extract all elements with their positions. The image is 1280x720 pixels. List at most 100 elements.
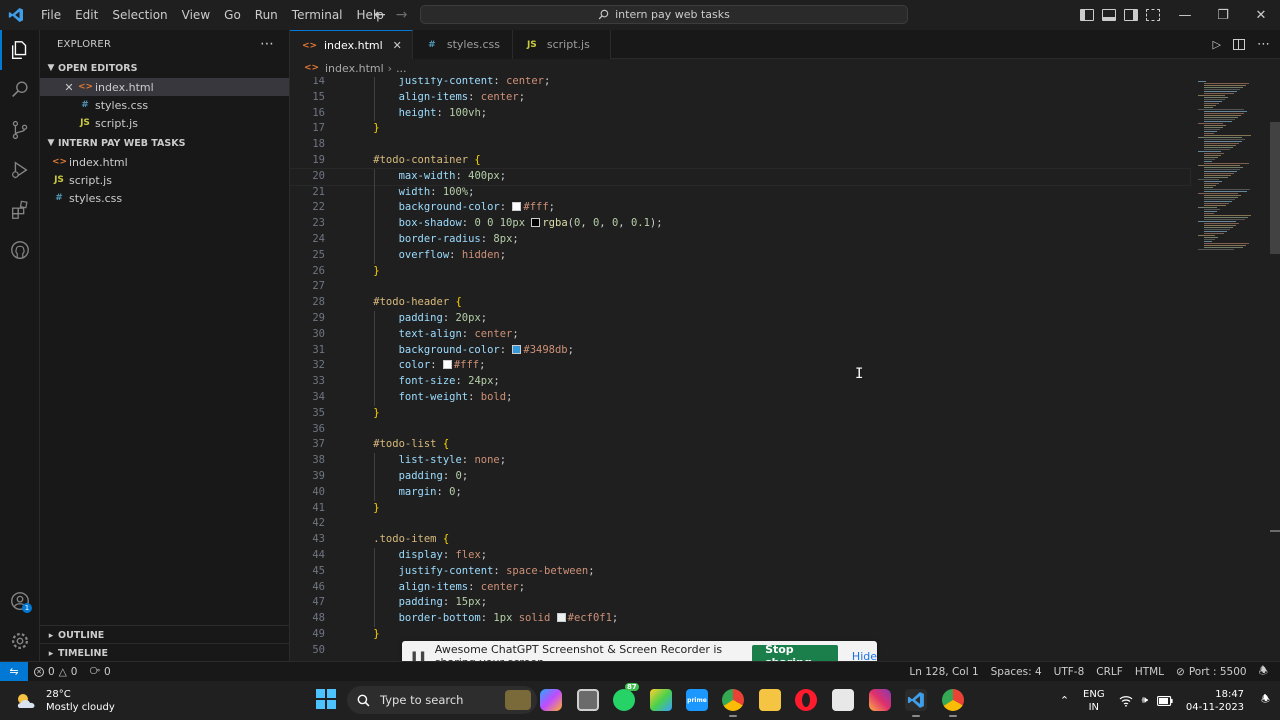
close-window-icon[interactable]: ✕: [1242, 0, 1280, 30]
minimize-icon[interactable]: —: [1166, 0, 1204, 30]
code-line[interactable]: 37 #todo-list {: [290, 437, 1190, 453]
code-line[interactable]: 26 }: [290, 264, 1190, 280]
task-view-icon[interactable]: [577, 689, 599, 711]
code-line[interactable]: 20 max-width: 400px;: [290, 167, 1191, 186]
code-line[interactable]: 16 height: 100vh;: [290, 105, 1190, 122]
more-actions-icon[interactable]: ⋯: [1257, 37, 1270, 52]
workspace-folder-header[interactable]: ▼ INTERN PAY WEB TASKS: [40, 133, 289, 153]
more-actions-icon[interactable]: ⋯: [260, 36, 275, 52]
file-explorer-icon[interactable]: [759, 689, 781, 711]
search-icon[interactable]: [0, 70, 40, 110]
color-swatch[interactable]: [556, 613, 566, 623]
file-tree-item[interactable]: <> index.html: [40, 153, 289, 171]
indentation[interactable]: Spaces: 4: [985, 666, 1048, 678]
snipping-tool-icon[interactable]: [832, 689, 854, 711]
customize-layout-icon[interactable]: [1146, 9, 1160, 21]
chrome-profile-icon[interactable]: [942, 689, 964, 717]
vscode-taskbar-icon[interactable]: [905, 689, 927, 717]
code-line[interactable]: 23 box-shadow: 0 0 10px rgba(0, 0, 0, 0.…: [290, 216, 1190, 232]
color-swatch[interactable]: [531, 218, 541, 228]
close-editor-icon[interactable]: ✕: [62, 81, 76, 94]
code-line[interactable]: 18: [290, 137, 1190, 153]
minimap[interactable]: [1190, 77, 1280, 661]
timeline-header[interactable]: ▸ TIMELINE: [40, 643, 290, 663]
clock[interactable]: 18:47 04-11-2023: [1180, 688, 1254, 714]
code-line[interactable]: 33 font-size: 24px;: [290, 374, 1190, 390]
open-editors-header[interactable]: ▼ OPEN EDITORS: [40, 58, 289, 78]
notification-bell-icon[interactable]: 🕭: [1254, 692, 1280, 709]
code-line[interactable]: 39 padding: 0;: [290, 468, 1190, 485]
toggle-panel-icon[interactable]: [1102, 9, 1116, 21]
code-line[interactable]: 34 font-weight: bold;: [290, 389, 1190, 406]
bluestacks-icon[interactable]: [650, 689, 672, 711]
menu-run[interactable]: Run: [248, 0, 285, 30]
run-debug-icon[interactable]: [0, 150, 40, 190]
color-swatch[interactable]: [512, 344, 522, 354]
problems-status[interactable]: ✕ 0 △ 0: [28, 666, 83, 678]
menu-edit[interactable]: Edit: [68, 0, 105, 30]
menu-file[interactable]: File: [34, 0, 68, 30]
battery-icon[interactable]: [1150, 695, 1180, 706]
tab-index-html[interactable]: <> index.html ✕: [290, 30, 413, 60]
code-line[interactable]: 32 color: #fff;: [290, 358, 1190, 375]
color-swatch[interactable]: [442, 360, 452, 370]
open-editor-item[interactable]: JS script.js: [40, 114, 289, 132]
code-line[interactable]: 41 }: [290, 501, 1190, 517]
color-swatch[interactable]: [512, 202, 522, 212]
forward-arrow-icon[interactable]: →: [396, 7, 408, 23]
tab-script-js[interactable]: JS script.js: [512, 30, 611, 59]
maximize-icon[interactable]: ❐: [1204, 0, 1242, 30]
run-file-icon[interactable]: ▷: [1213, 38, 1221, 51]
input-language[interactable]: ENG IN: [1076, 688, 1112, 714]
code-line[interactable]: 17 }: [290, 121, 1190, 137]
taskbar-search[interactable]: Type to search: [347, 686, 537, 714]
code-line[interactable]: 28 #todo-header {: [290, 295, 1190, 311]
code-line[interactable]: 25 overflow: hidden;: [290, 247, 1190, 264]
code-line[interactable]: 40 margin: 0;: [290, 484, 1190, 501]
settings-gear-icon[interactable]: [0, 621, 40, 661]
code-line[interactable]: 46 align-items: center;: [290, 579, 1190, 596]
notifications-bell-icon[interactable]: 🕭: [1253, 663, 1274, 681]
code-line[interactable]: 27: [290, 279, 1190, 295]
chrome-icon[interactable]: [722, 689, 744, 717]
code-line[interactable]: 38 list-style: none;: [290, 453, 1190, 469]
split-editor-icon[interactable]: [1233, 39, 1245, 50]
tab-styles-css[interactable]: # styles.css: [412, 30, 513, 59]
code-line[interactable]: 44 display: flex;: [290, 547, 1190, 564]
code-line[interactable]: 21 width: 100%;: [290, 184, 1190, 201]
prime-video-icon[interactable]: prime: [686, 689, 708, 711]
outline-header[interactable]: ▸ OUTLINE: [40, 625, 290, 645]
code-line[interactable]: 30 text-align: center;: [290, 326, 1190, 343]
menu-go[interactable]: Go: [217, 0, 248, 30]
language-mode[interactable]: HTML: [1129, 666, 1170, 678]
code-editor[interactable]: 14 justify-content: center; 15 align-item…: [290, 77, 1280, 661]
code-line[interactable]: 15 align-items: center;: [290, 89, 1190, 106]
file-tree-item[interactable]: JS script.js: [40, 171, 289, 189]
code-line[interactable]: 36: [290, 422, 1190, 438]
accounts-icon[interactable]: 1: [0, 581, 40, 621]
whatsapp-icon[interactable]: 87: [613, 683, 639, 711]
editor-scrollbar[interactable]: [1270, 122, 1280, 254]
open-editor-item[interactable]: # styles.css: [40, 96, 289, 114]
explorer-icon[interactable]: [0, 30, 40, 70]
live-server-port[interactable]: ⊘ Port : 5500: [1170, 666, 1253, 678]
code-line[interactable]: 19 #todo-container {: [290, 153, 1190, 169]
code-line[interactable]: 43 .todo-item {: [290, 532, 1190, 548]
instagram-icon[interactable]: [869, 689, 891, 711]
code-line[interactable]: 29 padding: 20px;: [290, 310, 1190, 327]
menu-selection[interactable]: Selection: [105, 0, 174, 30]
github-icon[interactable]: [0, 230, 40, 270]
code-line[interactable]: 48 border-bottom: 1px solid #ecf0f1;: [290, 611, 1190, 627]
toggle-primary-sidebar-icon[interactable]: [1080, 9, 1094, 21]
opera-icon[interactable]: [795, 689, 817, 711]
copilot-icon[interactable]: [540, 689, 562, 711]
wifi-icon[interactable]: [1112, 695, 1140, 707]
code-line[interactable]: 31 background-color: #3498db;: [290, 342, 1190, 359]
remote-indicator-icon[interactable]: ⇋: [0, 661, 28, 682]
windows-start-icon[interactable]: [316, 689, 336, 709]
menu-terminal[interactable]: Terminal: [285, 0, 350, 30]
code-line[interactable]: 35 }: [290, 406, 1190, 422]
end-of-line[interactable]: CRLF: [1090, 666, 1129, 678]
extensions-icon[interactable]: [0, 190, 40, 230]
code-line[interactable]: 24 border-radius: 8px;: [290, 231, 1190, 248]
